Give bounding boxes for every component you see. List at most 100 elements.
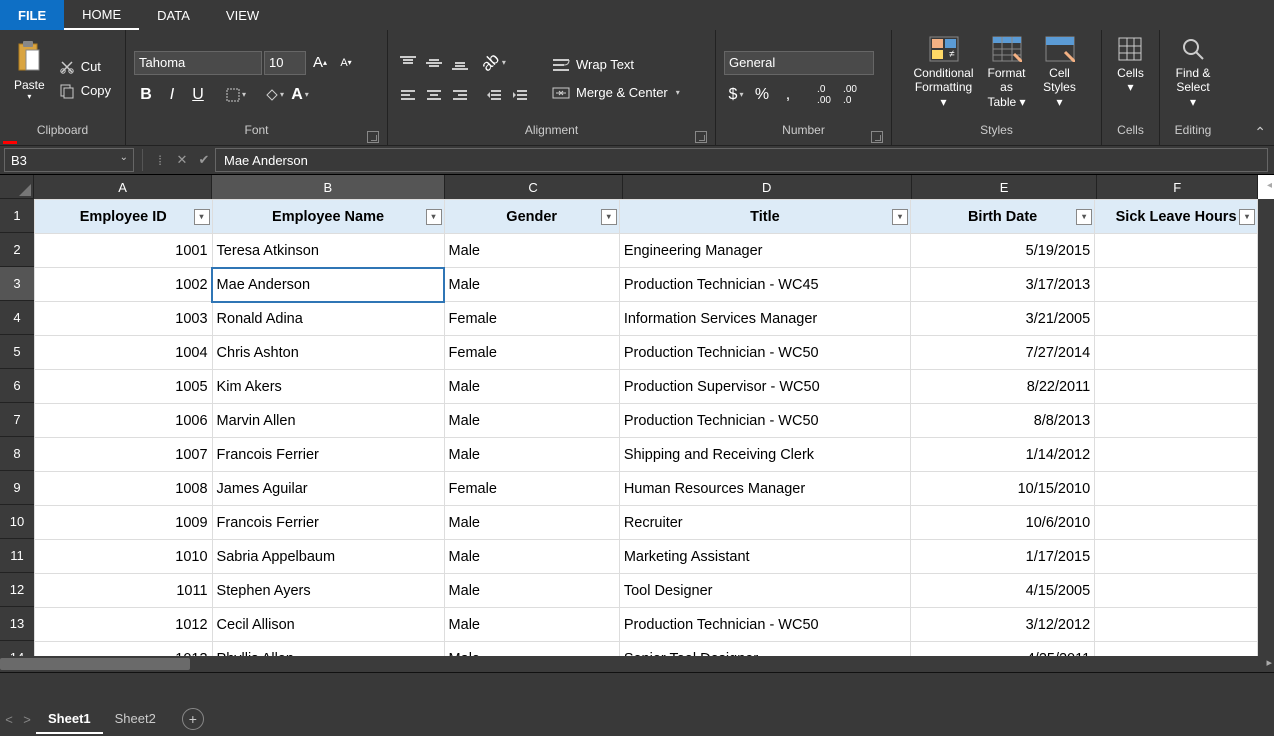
cell[interactable]: Cecil Allison	[212, 608, 444, 642]
cell[interactable]: 8/22/2011	[911, 370, 1095, 404]
cell[interactable]: 1004	[35, 336, 213, 370]
row-header-10[interactable]: 10	[0, 505, 34, 539]
cell[interactable]: 10/15/2010	[911, 472, 1095, 506]
font-size-select[interactable]	[264, 51, 306, 75]
cell[interactable]: Tool Designer	[619, 574, 910, 608]
table-header-cell[interactable]: Employee ID	[35, 200, 213, 234]
cells-viewport[interactable]: Employee IDEmployee NameGenderTitleBirth…	[34, 199, 1258, 656]
font-dialog-launcher[interactable]	[367, 131, 379, 143]
cell[interactable]: Male	[444, 574, 619, 608]
comma-format-button[interactable]: ,	[776, 83, 800, 107]
cell[interactable]: Production Supervisor - WC50	[619, 370, 910, 404]
cell[interactable]: Mae Anderson	[212, 268, 444, 302]
tab-data[interactable]: DATA	[139, 0, 208, 30]
cell[interactable]: Human Resources Manager	[619, 472, 910, 506]
cell[interactable]: 3/21/2005	[911, 302, 1095, 336]
cell[interactable]: Shipping and Receiving Clerk	[619, 438, 910, 472]
filter-button[interactable]	[426, 209, 442, 225]
align-left-button[interactable]	[396, 83, 420, 107]
fill-color-button[interactable]	[262, 83, 286, 107]
cell[interactable]: Phyllis Allen	[212, 642, 444, 657]
cell[interactable]	[1095, 370, 1258, 404]
cell[interactable]: Kim Akers	[212, 370, 444, 404]
cell[interactable]: 10/6/2010	[911, 506, 1095, 540]
cell[interactable]: Francois Ferrier	[212, 438, 444, 472]
table-header-cell[interactable]: Gender	[444, 200, 619, 234]
wrap-text-button[interactable]: Wrap Text	[548, 55, 684, 75]
cell[interactable]: 3/17/2013	[911, 268, 1095, 302]
row-header-9[interactable]: 9	[0, 471, 34, 505]
fx-options-button[interactable]: ⁞	[149, 149, 171, 171]
cell[interactable]: 8/8/2013	[911, 404, 1095, 438]
name-box[interactable]	[4, 148, 134, 172]
cell[interactable]: 1009	[35, 506, 213, 540]
row-header-5[interactable]: 5	[0, 335, 34, 369]
orientation-button[interactable]: ab	[482, 51, 506, 75]
table-header-cell[interactable]: Birth Date	[911, 200, 1095, 234]
cell[interactable]: Female	[444, 472, 619, 506]
table-header-cell[interactable]: Employee Name	[212, 200, 444, 234]
cell[interactable]: Production Technician - WC50	[619, 404, 910, 438]
row-header-1[interactable]: 1	[0, 199, 34, 233]
formula-input[interactable]	[215, 148, 1268, 172]
cell[interactable]	[1095, 472, 1258, 506]
align-bottom-button[interactable]	[448, 51, 472, 75]
filter-button[interactable]	[1076, 209, 1092, 225]
cell[interactable]: Male	[444, 540, 619, 574]
col-header-A[interactable]: A	[34, 175, 212, 199]
row-header-7[interactable]: 7	[0, 403, 34, 437]
cell[interactable]: 1008	[35, 472, 213, 506]
decrease-indent-button[interactable]	[482, 83, 506, 107]
row-header-2[interactable]: 2	[0, 233, 34, 267]
filter-button[interactable]	[892, 209, 908, 225]
cell[interactable]: 1005	[35, 370, 213, 404]
cell[interactable]	[1095, 540, 1258, 574]
col-header-F[interactable]: F	[1097, 175, 1258, 199]
font-name-select[interactable]	[134, 51, 262, 75]
col-header-C[interactable]: C	[445, 175, 623, 199]
cell[interactable]: 1013	[35, 642, 213, 657]
percent-format-button[interactable]: %	[750, 83, 774, 107]
row-header-3[interactable]: 3	[0, 267, 34, 301]
align-center-button[interactable]	[422, 83, 446, 107]
cell[interactable]: Engineering Manager	[619, 234, 910, 268]
hscroll-thumb[interactable]	[0, 658, 190, 670]
increase-indent-button[interactable]	[508, 83, 532, 107]
enter-formula-button[interactable]: ✔	[193, 149, 215, 171]
row-header-4[interactable]: 4	[0, 301, 34, 335]
col-header-E[interactable]: E	[912, 175, 1098, 199]
cell[interactable]	[1095, 234, 1258, 268]
cell[interactable]	[1095, 336, 1258, 370]
sheet-nav-next[interactable]: >	[18, 712, 36, 727]
cell[interactable]: 4/15/2005	[911, 574, 1095, 608]
table-header-cell[interactable]: Sick Leave Hours	[1095, 200, 1258, 234]
cell[interactable]: 4/25/2011	[911, 642, 1095, 657]
cell[interactable]	[1095, 404, 1258, 438]
align-middle-button[interactable]	[422, 51, 446, 75]
tab-view[interactable]: VIEW	[208, 0, 277, 30]
cell[interactable]: 1002	[35, 268, 213, 302]
number-dialog-launcher[interactable]	[871, 131, 883, 143]
table-header-cell[interactable]: Title	[619, 200, 910, 234]
cell[interactable]: 1/14/2012	[911, 438, 1095, 472]
select-all-corner[interactable]	[0, 175, 34, 199]
cell[interactable]: Male	[444, 438, 619, 472]
tab-file[interactable]: FILE	[0, 0, 64, 30]
collapse-ribbon-button[interactable]: ⌃	[1254, 124, 1266, 141]
cells-button[interactable]: Cells▾	[1109, 34, 1152, 123]
underline-button[interactable]: U	[186, 83, 210, 107]
align-right-button[interactable]	[448, 83, 472, 107]
sheet-tab-sheet1[interactable]: Sheet1	[36, 705, 103, 734]
format-as-table-button[interactable]: Formatas Table ▾	[979, 34, 1035, 123]
sheet-tab-sheet2[interactable]: Sheet2	[103, 705, 168, 734]
cell[interactable]: 1006	[35, 404, 213, 438]
cell[interactable]	[1095, 574, 1258, 608]
cell[interactable]: Male	[444, 268, 619, 302]
cell-styles-button[interactable]: CellStyles ▾	[1035, 34, 1085, 123]
cell[interactable]: 1/17/2015	[911, 540, 1095, 574]
cell[interactable]: Male	[444, 642, 619, 657]
conditional-formatting-button[interactable]: ≠ ConditionalFormatting ▾	[909, 34, 979, 123]
cell[interactable]: Ronald Adina	[212, 302, 444, 336]
filter-button[interactable]	[194, 209, 210, 225]
cell[interactable]: Female	[444, 302, 619, 336]
